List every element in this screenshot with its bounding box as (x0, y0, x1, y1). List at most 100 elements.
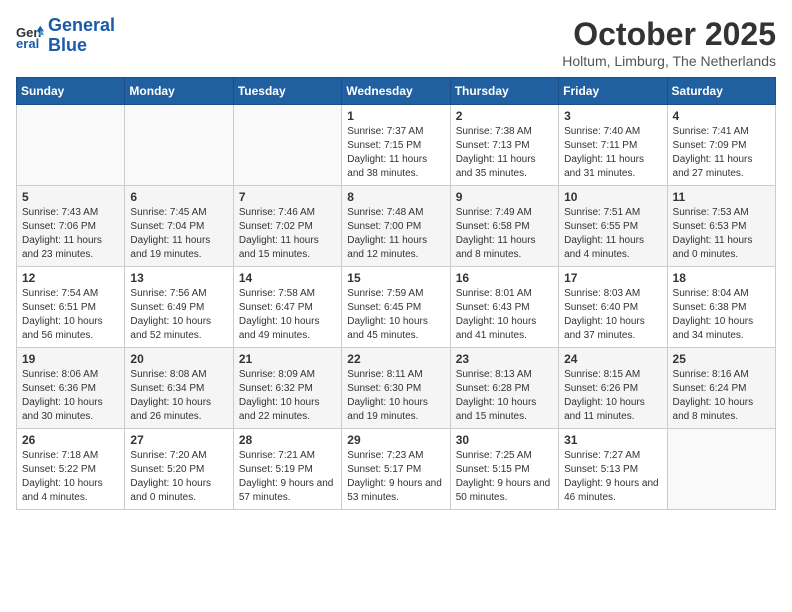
logo-icon: Gen eral (16, 22, 44, 50)
day-info: Sunrise: 7:18 AM Sunset: 5:22 PM Dayligh… (22, 449, 119, 505)
day-cell: 26 Sunrise: 7:18 AM Sunset: 5:22 PM Dayli… (17, 429, 125, 510)
day-info: Sunrise: 7:21 AM Sunset: 5:19 PM Dayligh… (239, 449, 336, 505)
day-cell: 29Sunrise: 7:23 AM Sunset: 5:17 PM Dayli… (342, 429, 450, 510)
day-number: 26 (22, 433, 119, 447)
day-info: Sunrise: 7:40 AM Sunset: 7:11 PM Dayligh… (564, 125, 661, 181)
day-info: Sunrise: 7:23 AM Sunset: 5:17 PM Dayligh… (347, 449, 444, 505)
day-number: 24 (564, 352, 661, 366)
day-info: Sunrise: 8:09 AM Sunset: 6:32 PM Dayligh… (239, 368, 336, 424)
day-number: 10 (564, 190, 661, 204)
day-cell: 16Sunrise: 8:01 AM Sunset: 6:43 PM Dayli… (450, 267, 558, 348)
day-cell: 30 Sunrise: 7:25 AM Sunset: 5:15 PM Dayli… (450, 429, 558, 510)
day-info: Sunrise: 8:01 AM Sunset: 6:43 PM Dayligh… (456, 287, 553, 343)
day-info: Sunrise: 8:03 AM Sunset: 6:40 PM Dayligh… (564, 287, 661, 343)
day-cell (125, 105, 233, 186)
day-number: 18 (673, 271, 770, 285)
day-number: 21 (239, 352, 336, 366)
day-number: 14 (239, 271, 336, 285)
calendar-table: SundayMondayTuesdayWednesdayThursdayFrid… (16, 77, 776, 510)
day-number: 8 (347, 190, 444, 204)
day-cell: 25 Sunrise: 8:16 AM Sunset: 6:24 PM Dayli… (667, 348, 775, 429)
day-info: Sunrise: 8:06 AM Sunset: 6:36 PM Dayligh… (22, 368, 119, 424)
day-number: 6 (130, 190, 227, 204)
page-header: Gen eral GeneralBlue October 2025 Holtum… (16, 16, 776, 69)
day-info: Sunrise: 8:04 AM Sunset: 6:38 PM Dayligh… (673, 287, 770, 343)
month-title: October 2025 (562, 16, 776, 53)
day-number: 27 (130, 433, 227, 447)
day-number: 15 (347, 271, 444, 285)
day-number: 4 (673, 109, 770, 123)
col-header-friday: Friday (559, 78, 667, 105)
day-info: Sunrise: 8:15 AM Sunset: 6:26 PM Dayligh… (564, 368, 661, 424)
week-row-2: 5 Sunrise: 7:43 AM Sunset: 7:06 PM Daylig… (17, 186, 776, 267)
day-cell: 31 Sunrise: 7:27 AM Sunset: 5:13 PM Dayli… (559, 429, 667, 510)
day-number: 3 (564, 109, 661, 123)
day-number: 19 (22, 352, 119, 366)
col-header-saturday: Saturday (667, 78, 775, 105)
week-row-1: 1 Sunrise: 7:37 AM Sunset: 7:15 PM Daylig… (17, 105, 776, 186)
day-cell: 19 Sunrise: 8:06 AM Sunset: 6:36 PM Dayli… (17, 348, 125, 429)
day-info: Sunrise: 7:20 AM Sunset: 5:20 PM Dayligh… (130, 449, 227, 505)
day-info: Sunrise: 7:27 AM Sunset: 5:13 PM Dayligh… (564, 449, 661, 505)
day-number: 23 (456, 352, 553, 366)
day-info: Sunrise: 8:13 AM Sunset: 6:28 PM Dayligh… (456, 368, 553, 424)
col-header-monday: Monday (125, 78, 233, 105)
day-cell: 10 Sunrise: 7:51 AM Sunset: 6:55 PM Dayli… (559, 186, 667, 267)
day-info: Sunrise: 7:56 AM Sunset: 6:49 PM Dayligh… (130, 287, 227, 343)
day-number: 5 (22, 190, 119, 204)
day-number: 28 (239, 433, 336, 447)
day-number: 1 (347, 109, 444, 123)
day-cell: 28 Sunrise: 7:21 AM Sunset: 5:19 PM Dayli… (233, 429, 341, 510)
day-info: Sunrise: 7:37 AM Sunset: 7:15 PM Dayligh… (347, 125, 444, 181)
day-info: Sunrise: 7:38 AM Sunset: 7:13 PM Dayligh… (456, 125, 553, 181)
day-info: Sunrise: 7:53 AM Sunset: 6:53 PM Dayligh… (673, 206, 770, 262)
day-cell: 4 Sunrise: 7:41 AM Sunset: 7:09 PM Daylig… (667, 105, 775, 186)
col-header-thursday: Thursday (450, 78, 558, 105)
day-cell (667, 429, 775, 510)
title-block: October 2025 Holtum, Limburg, The Nether… (562, 16, 776, 69)
day-info: Sunrise: 7:58 AM Sunset: 6:47 PM Dayligh… (239, 287, 336, 343)
logo-text: GeneralBlue (48, 16, 115, 56)
day-info: Sunrise: 7:25 AM Sunset: 5:15 PM Dayligh… (456, 449, 553, 505)
day-number: 12 (22, 271, 119, 285)
day-cell (233, 105, 341, 186)
day-number: 9 (456, 190, 553, 204)
day-number: 17 (564, 271, 661, 285)
day-cell: 1 Sunrise: 7:37 AM Sunset: 7:15 PM Daylig… (342, 105, 450, 186)
day-cell: 5 Sunrise: 7:43 AM Sunset: 7:06 PM Daylig… (17, 186, 125, 267)
col-header-sunday: Sunday (17, 78, 125, 105)
day-info: Sunrise: 7:45 AM Sunset: 7:04 PM Dayligh… (130, 206, 227, 262)
day-info: Sunrise: 8:16 AM Sunset: 6:24 PM Dayligh… (673, 368, 770, 424)
col-header-wednesday: Wednesday (342, 78, 450, 105)
day-info: Sunrise: 7:41 AM Sunset: 7:09 PM Dayligh… (673, 125, 770, 181)
day-cell: 20Sunrise: 8:08 AM Sunset: 6:34 PM Dayli… (125, 348, 233, 429)
col-header-tuesday: Tuesday (233, 78, 341, 105)
day-cell: 7 Sunrise: 7:46 AM Sunset: 7:02 PM Daylig… (233, 186, 341, 267)
day-number: 22 (347, 352, 444, 366)
day-info: Sunrise: 7:51 AM Sunset: 6:55 PM Dayligh… (564, 206, 661, 262)
day-number: 25 (673, 352, 770, 366)
week-row-4: 19 Sunrise: 8:06 AM Sunset: 6:36 PM Dayli… (17, 348, 776, 429)
day-cell: 13 Sunrise: 7:56 AM Sunset: 6:49 PM Dayli… (125, 267, 233, 348)
day-cell: 21 Sunrise: 8:09 AM Sunset: 6:32 PM Dayli… (233, 348, 341, 429)
day-cell: 14 Sunrise: 7:58 AM Sunset: 6:47 PM Dayli… (233, 267, 341, 348)
week-row-5: 26 Sunrise: 7:18 AM Sunset: 5:22 PM Dayli… (17, 429, 776, 510)
day-cell: 8Sunrise: 7:48 AM Sunset: 7:00 PM Daylig… (342, 186, 450, 267)
day-cell: 3 Sunrise: 7:40 AM Sunset: 7:11 PM Daylig… (559, 105, 667, 186)
day-cell: 9Sunrise: 7:49 AM Sunset: 6:58 PM Daylig… (450, 186, 558, 267)
day-number: 13 (130, 271, 227, 285)
day-cell: 2 Sunrise: 7:38 AM Sunset: 7:13 PM Daylig… (450, 105, 558, 186)
day-number: 7 (239, 190, 336, 204)
day-info: Sunrise: 7:54 AM Sunset: 6:51 PM Dayligh… (22, 287, 119, 343)
day-info: Sunrise: 7:43 AM Sunset: 7:06 PM Dayligh… (22, 206, 119, 262)
day-cell: 12 Sunrise: 7:54 AM Sunset: 6:51 PM Dayli… (17, 267, 125, 348)
calendar-header-row: SundayMondayTuesdayWednesdayThursdayFrid… (17, 78, 776, 105)
day-number: 31 (564, 433, 661, 447)
day-info: Sunrise: 8:11 AM Sunset: 6:30 PM Dayligh… (347, 368, 444, 424)
day-number: 2 (456, 109, 553, 123)
day-info: Sunrise: 7:46 AM Sunset: 7:02 PM Dayligh… (239, 206, 336, 262)
day-cell: 18 Sunrise: 8:04 AM Sunset: 6:38 PM Dayli… (667, 267, 775, 348)
day-number: 30 (456, 433, 553, 447)
day-cell: 11Sunrise: 7:53 AM Sunset: 6:53 PM Dayli… (667, 186, 775, 267)
svg-text:eral: eral (16, 36, 39, 50)
